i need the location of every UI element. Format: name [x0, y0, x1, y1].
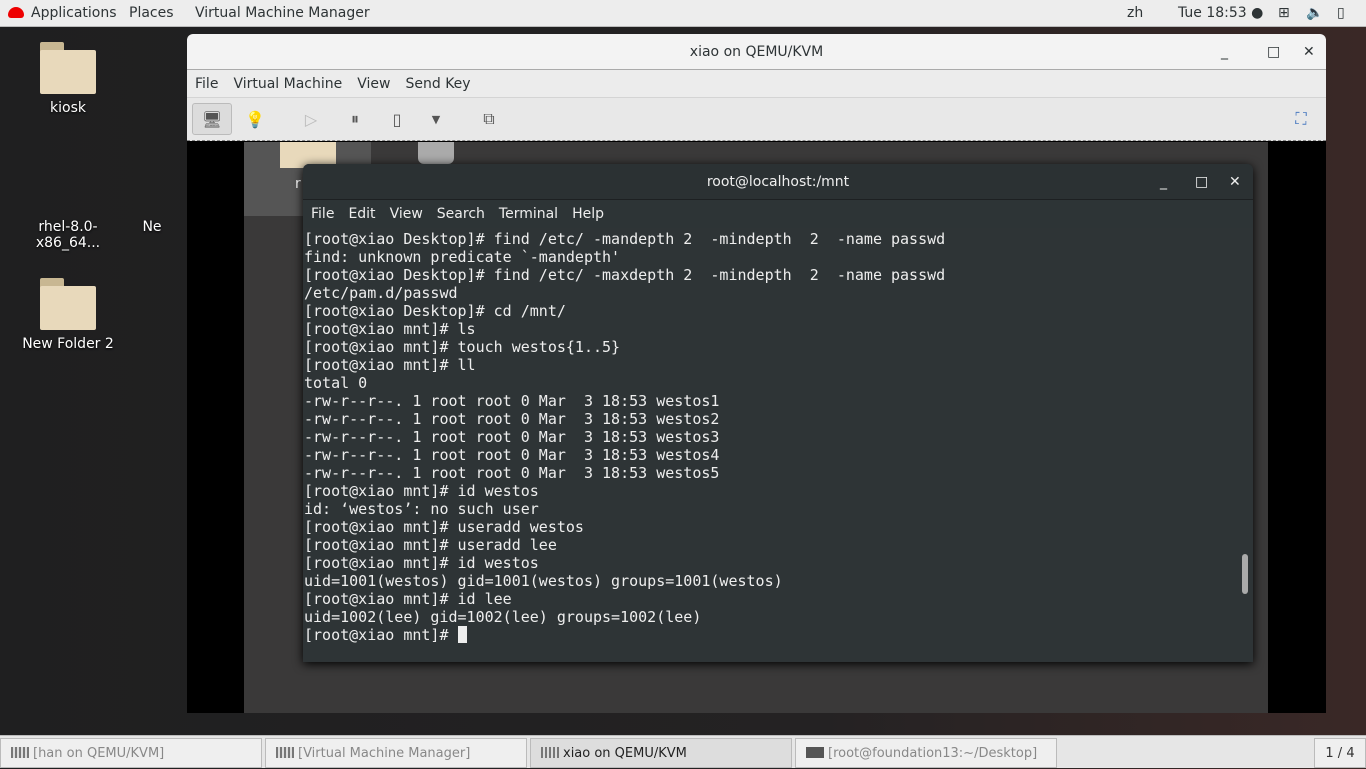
battery-icon[interactable]: ▯ — [1337, 5, 1345, 21]
menu-file[interactable]: File — [195, 76, 218, 92]
desktop-icon-new-folder-2[interactable]: New Folder 2 — [13, 278, 123, 352]
menu-view[interactable]: View — [357, 76, 390, 92]
terminal-line: -rw-r--r--. 1 root root 0 Mar 3 18:53 we… — [304, 446, 720, 464]
vm-icon — [11, 747, 29, 758]
cursor — [457, 626, 467, 643]
task-han-vm[interactable]: [han on QEMU/KVM] — [0, 738, 262, 768]
task-xiao-vm[interactable]: xiao on QEMU/KVM — [530, 738, 792, 768]
console-icon[interactable]: 🖥 — [192, 103, 232, 135]
menu-send-key[interactable]: Send Key — [405, 76, 470, 92]
desktop-icon-kiosk[interactable]: kiosk — [13, 42, 123, 116]
minimize-button[interactable]: _ — [1160, 164, 1167, 200]
shutdown-dropdown-icon[interactable]: ▼ — [416, 103, 456, 135]
task-label: [Virtual Machine Manager] — [298, 746, 471, 761]
terminal-line: [root@xiao Desktop]# cd /mnt/ — [304, 302, 566, 320]
workspace-switcher[interactable]: 1 / 4 — [1314, 738, 1366, 768]
terminal-line: /etc/pam.d/passwd — [304, 284, 458, 302]
trash-icon[interactable] — [418, 142, 454, 164]
scrollbar[interactable] — [1242, 554, 1248, 594]
vm-menubar: File Virtual Machine View Send Key — [187, 70, 1326, 98]
taskbar: [han on QEMU/KVM] [Virtual Machine Manag… — [0, 735, 1366, 768]
task-label: [han on QEMU/KVM] — [33, 746, 165, 761]
volume-muted-icon[interactable]: 🔈 — [1306, 5, 1323, 21]
terminal-line: -rw-r--r--. 1 root root 0 Mar 3 18:53 we… — [304, 464, 720, 482]
terminal-window: root@localhost:/mnt _ □ ✕ File Edit View… — [303, 164, 1253, 662]
pause-icon[interactable]: ⏸ — [335, 103, 375, 135]
terminal-prompt-line[interactable]: [root@xiao mnt]# — [304, 626, 1253, 644]
terminal-title: root@localhost:/mnt — [706, 174, 850, 190]
folder-icon — [40, 278, 96, 330]
shutdown-icon[interactable]: ▯ — [377, 103, 417, 135]
terminal-line: [root@xiao mnt]# ls — [304, 320, 476, 338]
minimize-button[interactable]: _ — [1221, 34, 1228, 70]
task-terminal[interactable]: [root@foundation13:~/Desktop] — [795, 738, 1057, 768]
terminal-line: [root@xiao Desktop]# find /etc/ -maxdept… — [304, 266, 946, 284]
terminal-line: total 0 — [304, 374, 368, 392]
terminal-line: [root@xiao Desktop]# find /etc/ -mandept… — [304, 230, 946, 248]
terminal-line: uid=1001(westos) gid=1001(westos) groups… — [304, 572, 783, 590]
top-bar: Applications Places Virtual Machine Mana… — [0, 0, 1366, 27]
maximize-button[interactable]: □ — [1267, 34, 1280, 70]
menu-terminal[interactable]: Terminal — [499, 206, 558, 222]
icon-label: New Folder 2 — [22, 336, 114, 352]
terminal-line: [root@xiao mnt]# ll — [304, 356, 476, 374]
input-language[interactable]: zh — [1127, 5, 1143, 21]
terminal-line: [root@xiao mnt]# useradd lee — [304, 536, 557, 554]
menu-virtual-machine[interactable]: Virtual Machine — [233, 76, 342, 92]
terminal-title-bar: root@localhost:/mnt _ □ ✕ — [303, 164, 1253, 200]
vm-title: xiao on QEMU/KVM — [689, 44, 824, 60]
maximize-button[interactable]: □ — [1195, 164, 1208, 200]
vm-icon — [541, 747, 559, 758]
terminal-line: find: unknown predicate `-mandepth' — [304, 248, 621, 266]
icon-label: r — [295, 176, 301, 192]
menu-edit[interactable]: Edit — [348, 206, 375, 222]
icon-label: rhel-8.0-x86_64... — [35, 219, 101, 251]
vm-icon — [276, 747, 294, 758]
menu-view[interactable]: View — [390, 206, 423, 222]
applications-menu[interactable]: Applications — [31, 5, 117, 21]
menu-file[interactable]: File — [311, 206, 334, 222]
desktop-icon-new-folder[interactable]: Ne — [122, 219, 182, 235]
run-icon[interactable]: ▷ — [291, 103, 331, 135]
task-label: [root@foundation13:~/Desktop] — [828, 746, 1038, 761]
home-folder-icon — [40, 42, 96, 94]
terminal-menubar: File Edit View Search Terminal Help — [303, 200, 1253, 228]
terminal-line: -rw-r--r--. 1 root root 0 Mar 3 18:53 we… — [304, 410, 720, 428]
terminal-line: [root@xiao mnt]# useradd westos — [304, 518, 584, 536]
terminal-line: [root@xiao mnt]# id lee — [304, 590, 512, 608]
vm-toolbar: 🖥 💡 ▷ ⏸ ▯ ▼ ⧉ ⛶ — [187, 98, 1326, 141]
terminal-line: [root@xiao mnt]# id westos — [304, 554, 539, 572]
terminal-line: id: ‘westos’: no such user — [304, 500, 539, 518]
terminal-line: [root@xiao mnt]# id westos — [304, 482, 539, 500]
fullscreen-icon[interactable]: ⛶ — [1281, 103, 1321, 135]
menu-search[interactable]: Search — [437, 206, 485, 222]
details-lightbulb-icon[interactable]: 💡 — [235, 103, 275, 135]
terminal-line: uid=1002(lee) gid=1002(lee) groups=1002(… — [304, 608, 702, 626]
redhat-logo-icon — [8, 7, 24, 18]
terminal-line: [root@xiao mnt]# touch westos{1..5} — [304, 338, 621, 356]
snapshots-icon[interactable]: ⧉ — [469, 103, 509, 135]
close-button[interactable]: ✕ — [1229, 164, 1241, 200]
vm-title-bar: xiao on QEMU/KVM _ □ ✕ — [187, 34, 1326, 70]
close-button[interactable]: ✕ — [1303, 34, 1315, 70]
menu-help[interactable]: Help — [572, 206, 604, 222]
prompt: [root@xiao mnt]# — [304, 626, 458, 644]
app-menu[interactable]: Virtual Machine Manager — [195, 5, 370, 21]
terminal-icon — [806, 747, 824, 758]
clock[interactable]: Tue 18:53 ● — [1178, 5, 1263, 21]
icon-label: Ne — [142, 219, 162, 235]
network-icon[interactable]: ⊞ — [1278, 5, 1290, 21]
terminal-line: -rw-r--r--. 1 root root 0 Mar 3 18:53 we… — [304, 392, 720, 410]
task-label: xiao on QEMU/KVM — [563, 746, 687, 761]
terminal-output[interactable]: [root@xiao Desktop]# find /etc/ -mandept… — [303, 228, 1253, 662]
terminal-line: -rw-r--r--. 1 root root 0 Mar 3 18:53 we… — [304, 428, 720, 446]
desktop-icon-rhel[interactable]: rhel-8.0-x86_64... — [13, 219, 123, 251]
task-vmm[interactable]: [Virtual Machine Manager] — [265, 738, 527, 768]
icon-label: kiosk — [50, 100, 86, 116]
places-menu[interactable]: Places — [129, 5, 174, 21]
